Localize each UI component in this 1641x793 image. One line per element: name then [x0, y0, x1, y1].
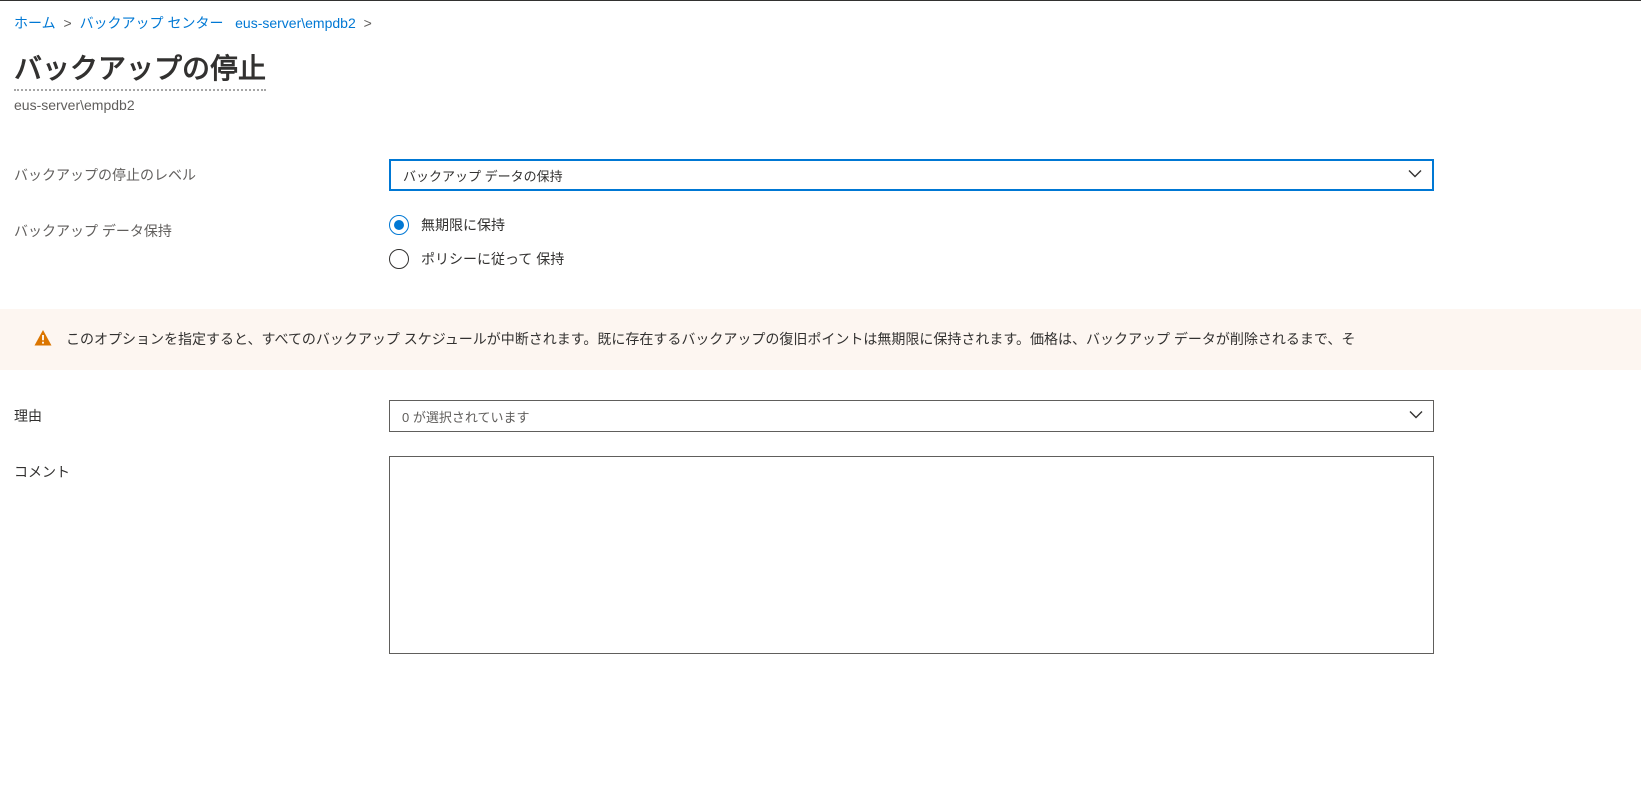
reason-select-value: 0 が選択されています [402, 407, 529, 426]
retain-indefinitely-label: 無期限に保持 [421, 215, 505, 235]
comment-textarea[interactable] [389, 456, 1434, 654]
warning-icon [34, 329, 52, 350]
chevron-down-icon [1408, 167, 1422, 184]
info-banner: このオプションを指定すると、すべてのバックアップ スケジュールが中断されます。既… [0, 309, 1641, 370]
breadcrumb-separator: > [63, 15, 71, 31]
page-subtitle: eus-server\empdb2 [14, 97, 1627, 113]
retain-radio-indefinitely[interactable]: 無期限に保持 [389, 215, 1434, 235]
radio-selected-icon [389, 215, 409, 235]
reason-label: 理由 [14, 400, 389, 426]
retain-by-policy-label: ポリシーに従って 保持 [421, 249, 564, 269]
breadcrumb-item[interactable]: eus-server\empdb2 [235, 15, 356, 31]
breadcrumb-home[interactable]: ホーム [14, 15, 56, 31]
stop-level-select-value: バックアップ データの保持 [403, 166, 563, 185]
page-title: バックアップの停止 [14, 47, 266, 91]
retain-radio-by-policy[interactable]: ポリシーに従って 保持 [389, 249, 1434, 269]
breadcrumb-backup-center[interactable]: バックアップ センター [80, 15, 224, 31]
breadcrumb: ホーム > バックアップ センター eus-server\empdb2 > [14, 13, 1627, 33]
stop-level-select[interactable]: バックアップ データの保持 [389, 159, 1434, 191]
stop-level-label: バックアップの停止のレベル [14, 159, 389, 185]
retain-radio-group: 無期限に保持 ポリシーに従って 保持 [389, 215, 1434, 269]
radio-unselected-icon [389, 249, 409, 269]
chevron-down-icon [1409, 408, 1423, 425]
info-banner-text: このオプションを指定すると、すべてのバックアップ スケジュールが中断されます。既… [66, 329, 1355, 349]
reason-select[interactable]: 0 が選択されています [389, 400, 1434, 432]
retain-label: バックアップ データ保持 [14, 215, 389, 241]
comment-label: コメント [14, 456, 389, 482]
breadcrumb-separator-end: > [364, 15, 372, 31]
breadcrumb-truncation [227, 15, 231, 31]
